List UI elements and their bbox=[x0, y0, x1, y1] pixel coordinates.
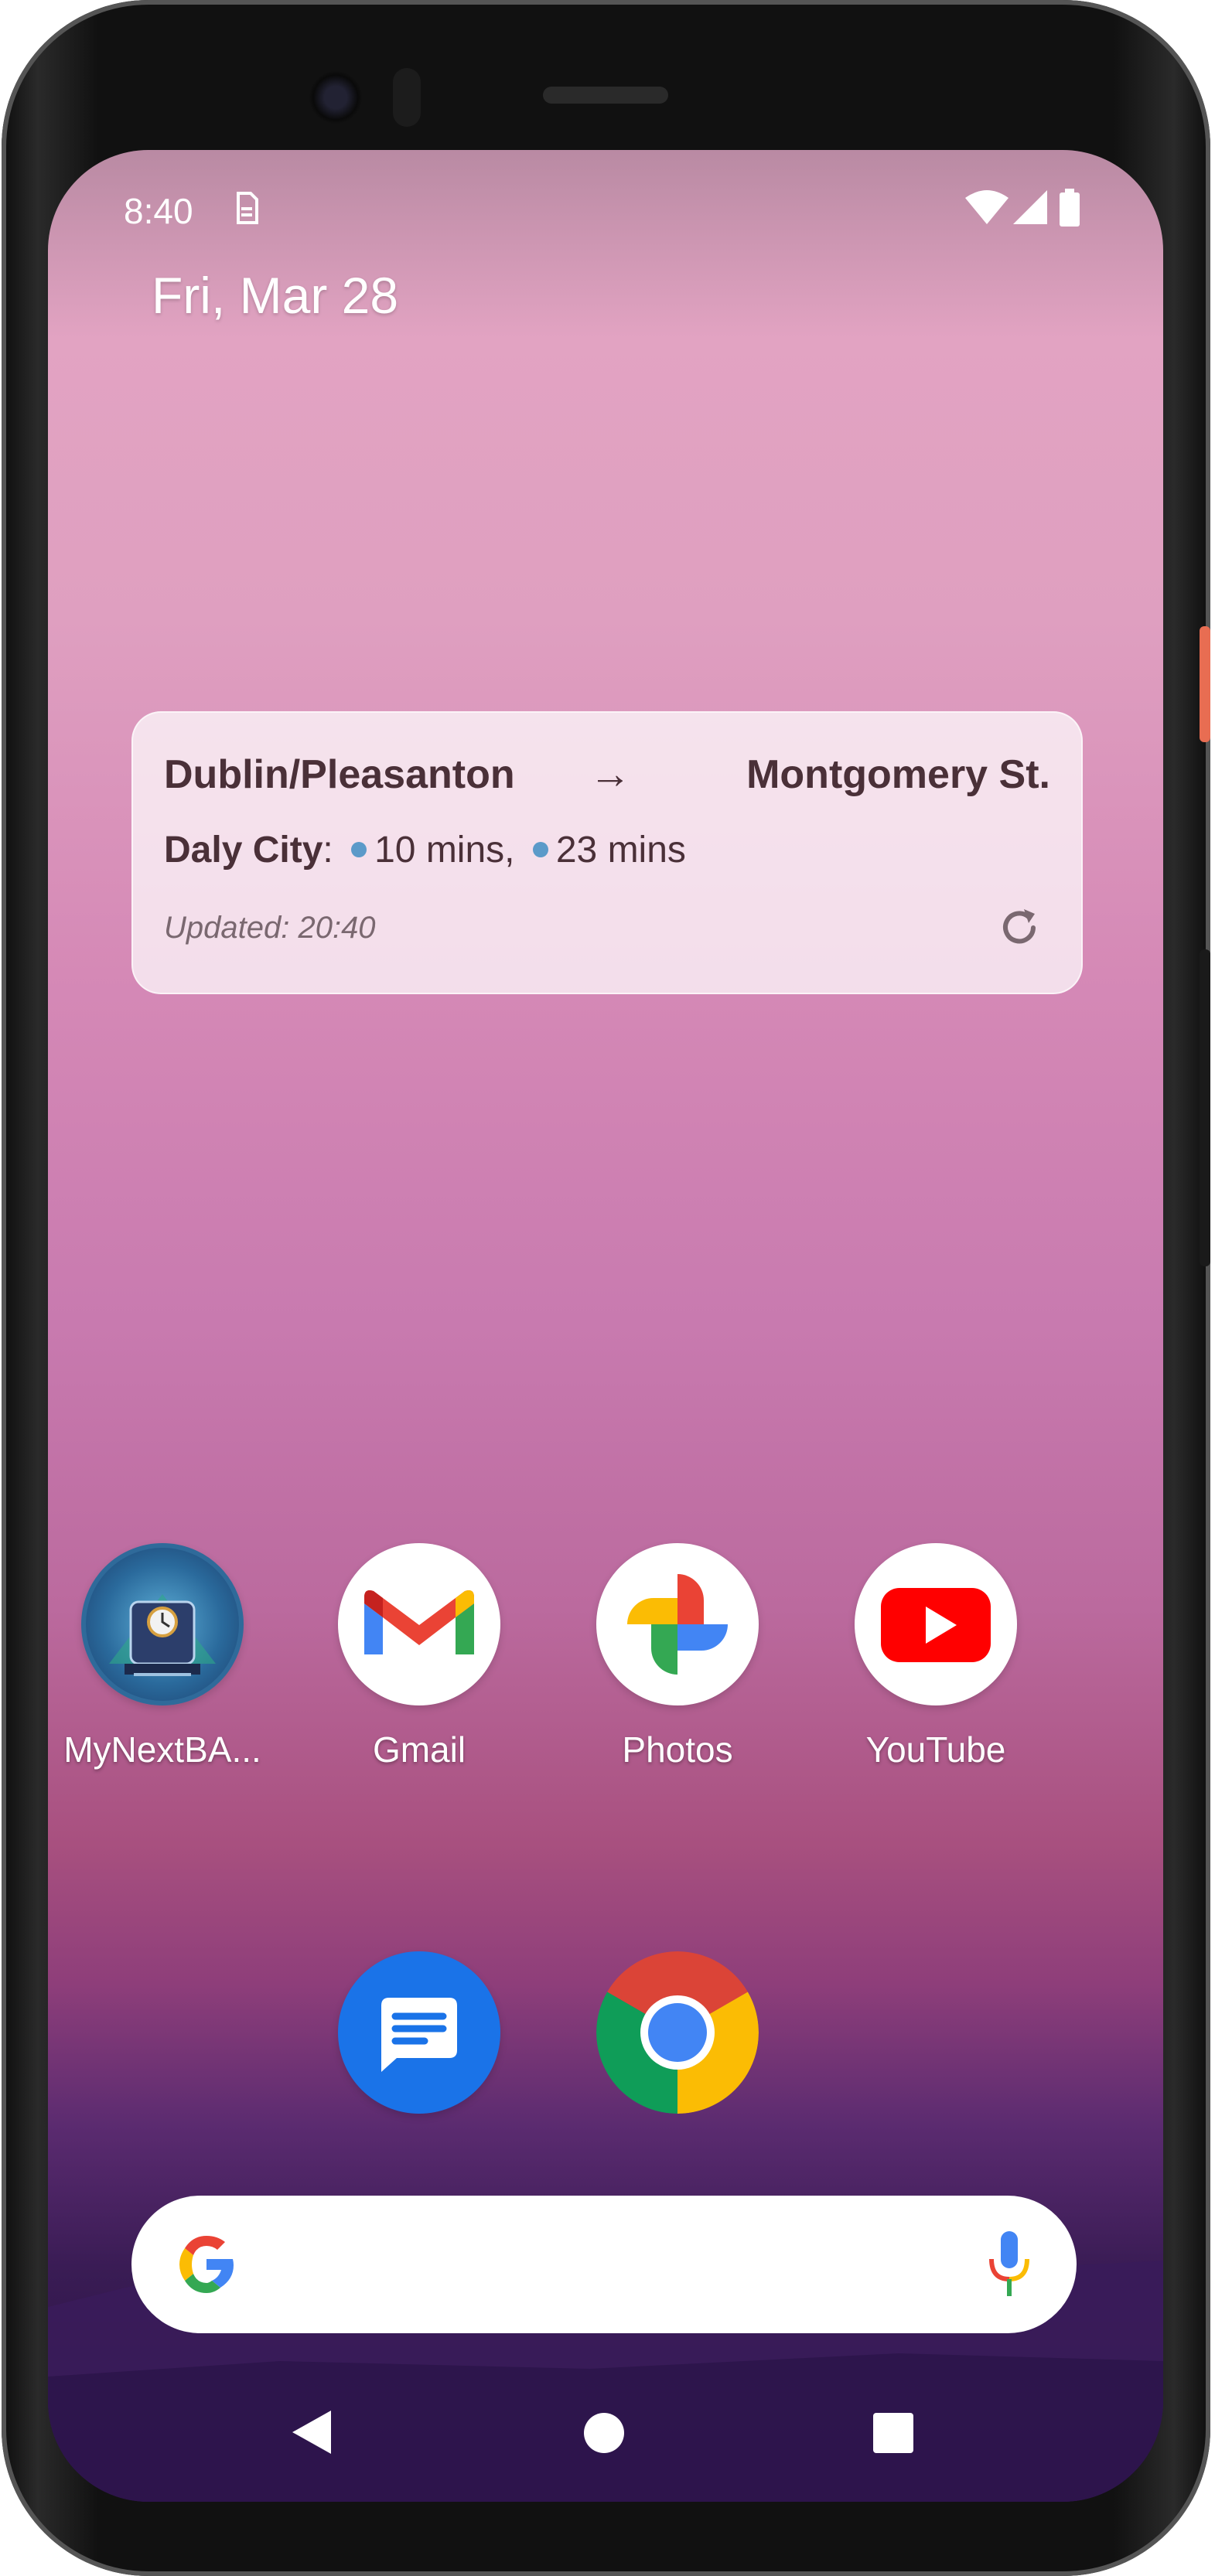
gmail-icon bbox=[338, 1543, 500, 1705]
destination-separator: : bbox=[323, 830, 333, 871]
app-label: MyNextBA... bbox=[63, 1729, 261, 1770]
proximity-sensor bbox=[393, 68, 421, 127]
app-mynextbart[interactable]: MyNextBA... bbox=[62, 1543, 263, 1770]
home-screen: 8:40 Fri, Mar 28 Dublin/Pleasanton → Mon… bbox=[48, 150, 1163, 2502]
power-button bbox=[1200, 626, 1210, 742]
status-bar: 8:40 bbox=[48, 181, 1163, 235]
train-dot-icon bbox=[532, 842, 548, 858]
app-label: YouTube bbox=[865, 1729, 1006, 1770]
refresh-icon[interactable] bbox=[995, 903, 1044, 952]
destination-station: Montgomery St. bbox=[746, 752, 1050, 797]
departure-line: Daly City: 10 mins, 23 mins bbox=[164, 829, 686, 871]
departure-time-1: 10 mins, bbox=[374, 830, 515, 871]
app-gmail[interactable]: Gmail bbox=[319, 1543, 520, 1770]
front-camera bbox=[309, 71, 362, 124]
youtube-icon bbox=[855, 1543, 1017, 1705]
departure-time-2: 23 mins bbox=[555, 830, 686, 871]
app-label: Photos bbox=[622, 1729, 733, 1770]
messages-icon bbox=[338, 1951, 500, 2114]
earpiece-speaker bbox=[543, 87, 668, 104]
home-icon[interactable] bbox=[583, 2412, 625, 2454]
train-clock-icon bbox=[81, 1543, 244, 1705]
status-time: 8:40 bbox=[124, 191, 193, 231]
train-destination: Daly City bbox=[164, 830, 323, 871]
wifi-icon bbox=[965, 190, 1009, 224]
google-g-icon[interactable] bbox=[173, 2231, 240, 2298]
battery-icon bbox=[1060, 189, 1080, 227]
navigation-bar bbox=[48, 2392, 1163, 2469]
chrome-icon bbox=[596, 1951, 759, 2114]
google-search-bar[interactable] bbox=[131, 2196, 1077, 2333]
origin-station: Dublin/Pleasanton bbox=[164, 752, 515, 797]
photos-icon bbox=[596, 1543, 759, 1705]
train-dot-icon bbox=[351, 842, 367, 858]
app-chrome[interactable] bbox=[577, 1951, 778, 2114]
recents-icon[interactable] bbox=[872, 2412, 914, 2454]
volume-rocker bbox=[1200, 949, 1210, 1266]
direction-arrow: → bbox=[589, 751, 631, 797]
bart-widget[interactable]: Dublin/Pleasanton → Montgomery St. Daly … bbox=[131, 711, 1083, 994]
sim-icon bbox=[237, 192, 258, 224]
app-youtube[interactable]: YouTube bbox=[835, 1543, 1036, 1770]
app-photos[interactable]: Photos bbox=[577, 1543, 778, 1770]
date-label[interactable]: Fri, Mar 28 bbox=[152, 266, 398, 325]
mic-icon[interactable] bbox=[982, 2228, 1036, 2301]
updated-time: Updated: 20:40 bbox=[164, 911, 376, 945]
signal-icon bbox=[1013, 190, 1047, 224]
app-label: Gmail bbox=[372, 1729, 466, 1770]
phone-frame: 8:40 Fri, Mar 28 Dublin/Pleasanton → Mon… bbox=[2, 0, 1210, 2576]
back-icon[interactable] bbox=[291, 2409, 334, 2455]
app-messages[interactable] bbox=[319, 1951, 520, 2114]
